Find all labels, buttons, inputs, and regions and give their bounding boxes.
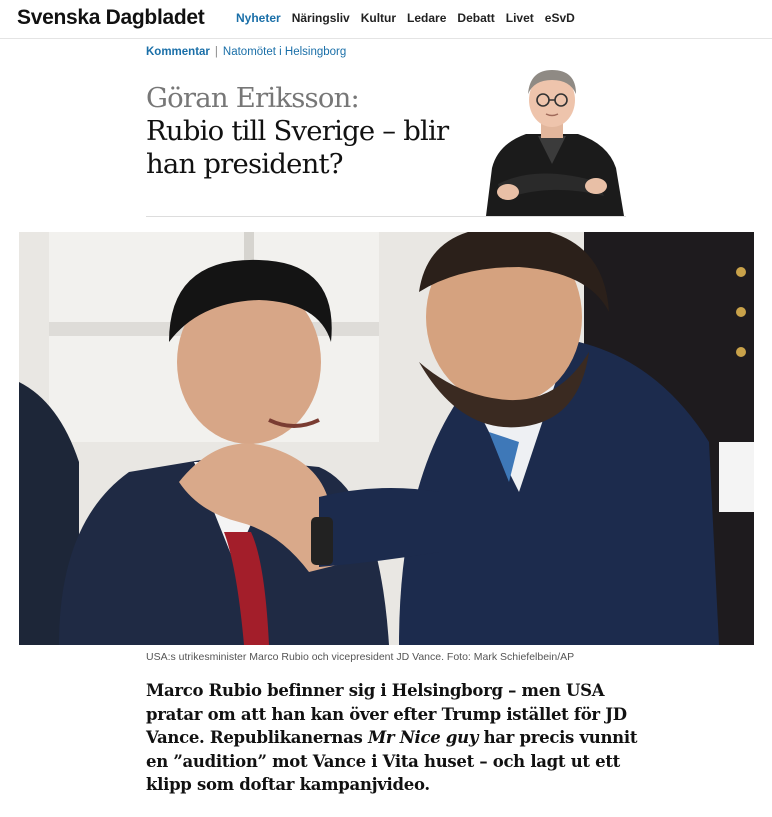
kicker-separator: |	[214, 46, 218, 58]
photo-caption: USA:s utrikesminister Marco Rubio och vi…	[146, 651, 575, 663]
top-navigation-bar: Svenska Dagbladet Nyheter Näringsliv Kul…	[0, 0, 772, 39]
headline-divider	[146, 216, 626, 217]
hero-photo-illustration	[19, 232, 754, 645]
article-kicker: Kommentar | Natomötet i Helsingborg	[146, 46, 346, 58]
nav-item-esvd[interactable]: eSvD	[545, 11, 575, 25]
headline-title: Rubio till Sverige – blir han president?	[146, 115, 449, 180]
nav-item-naringsliv[interactable]: Näringsliv	[292, 11, 350, 25]
article-headline: Göran Eriksson: Rubio till Sverige – bli…	[146, 82, 486, 181]
site-logo[interactable]: Svenska Dagbladet	[17, 6, 205, 30]
kicker-section[interactable]: Kommentar	[146, 46, 210, 58]
headline-author: Göran Eriksson:	[146, 82, 360, 114]
main-nav: Nyheter Näringsliv Kultur Ledare Debatt …	[236, 11, 575, 25]
nav-item-kultur[interactable]: Kultur	[361, 11, 396, 25]
lead-emphasis: Mr Nice guy	[367, 728, 479, 748]
author-portrait-illustration	[486, 70, 624, 216]
nav-item-ledare[interactable]: Ledare	[407, 11, 446, 25]
hero-photo[interactable]	[19, 232, 754, 645]
nav-item-livet[interactable]: Livet	[506, 11, 534, 25]
nav-item-nyheter[interactable]: Nyheter	[236, 11, 281, 25]
kicker-topic[interactable]: Natomötet i Helsingborg	[223, 46, 346, 58]
nav-item-debatt[interactable]: Debatt	[457, 11, 494, 25]
article-lead: Marco Rubio befinner sig i Helsingborg –…	[146, 679, 646, 797]
author-portrait	[478, 64, 626, 216]
